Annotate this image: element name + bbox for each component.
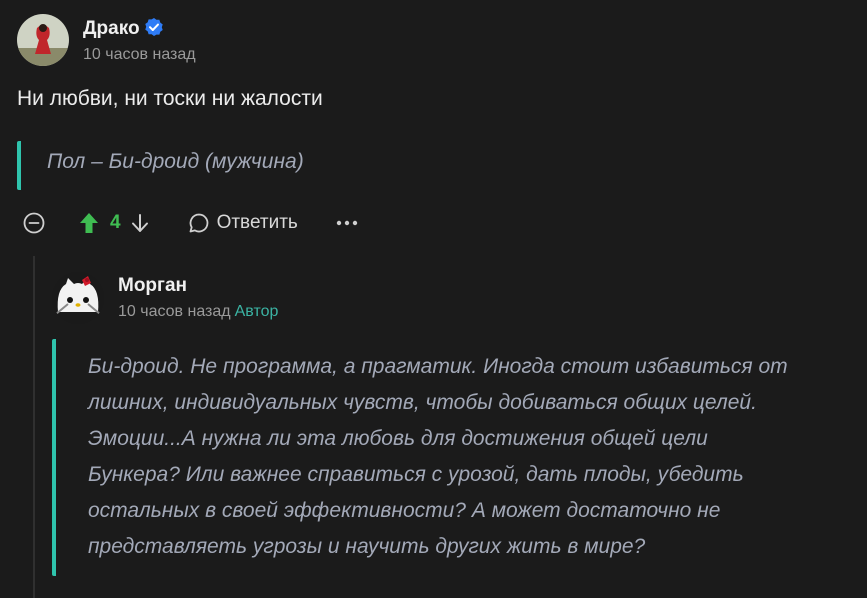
reply-label: Ответить [216,212,298,233]
comment-quote: Би-дроид. Не программа, а прагматик. Ино… [52,339,852,576]
comment-time: 10 часов назад Автор [118,303,278,321]
verified-icon [144,17,164,37]
avatar[interactable] [17,14,69,66]
quote-text: Пол – Би-дроид (мужчина) [47,150,304,173]
more-icon [336,220,357,226]
avatar-image [52,272,104,324]
author-name[interactable]: Драко [83,17,164,40]
reply-icon [189,213,208,233]
thread-line[interactable] [33,256,35,598]
collapse-button[interactable] [22,211,46,235]
author-name[interactable]: Морган [118,275,187,297]
reply-button[interactable]: Ответить [187,211,298,235]
quote-line: лишних, индивидуальных чувств, чтобы доб… [88,391,757,414]
collapse-icon [23,212,45,234]
quote-line: Эмоции...А нужна ли эта любовь для дости… [88,427,708,450]
comment-quote: Пол – Би-дроид (мужчина) [17,141,304,190]
author-badge: Автор [234,303,279,320]
author-name-text: Драко [83,18,140,39]
comment-time-text: 10 часов назад [118,303,231,320]
downvote-icon [131,214,148,232]
quote-line: Би-дроид. Не программа, а прагматик. Ино… [88,355,788,378]
comment-time: 10 часов назад [83,46,196,63]
quote-line: представляеть угрозы и научить других жи… [88,535,646,558]
quote-line: остальных в своей эффективности? А может… [88,499,721,522]
avatar[interactable] [52,272,104,324]
comment-text: Ни любви, ни тоски ни жалости [17,87,323,110]
action-bar: 4 Ответить [22,207,358,239]
upvote-icon [80,213,98,233]
avatar-image [17,14,69,66]
more-button[interactable] [336,211,358,235]
downvote-button[interactable] [130,211,150,235]
rating-count: 4 [110,212,121,233]
upvote-button[interactable] [78,211,100,235]
quote-line: Бункера? Или важнее справиться с урозой,… [88,463,744,486]
